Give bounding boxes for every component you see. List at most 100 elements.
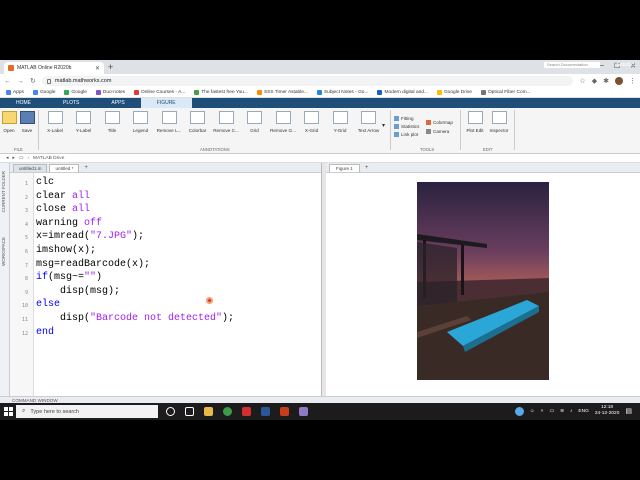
link-plot-button[interactable]: Link plot	[394, 132, 418, 137]
clock-date: 24-12-2020	[594, 411, 620, 416]
user-menu[interactable]: Satadru	[616, 60, 634, 70]
code-line[interactable]: end	[36, 327, 54, 339]
annotation-button[interactable]: Grid	[242, 111, 268, 133]
annotation-label: Remove L...	[156, 128, 182, 133]
annotation-icon	[104, 111, 120, 124]
forward-icon[interactable]: →	[17, 78, 24, 85]
workspace-tab[interactable]: WORKSPACE	[1, 237, 6, 266]
annotation-button[interactable]: Colorbar	[185, 111, 211, 133]
bookmark-item[interactable]: Google Drive	[436, 90, 472, 95]
volume-icon[interactable]: ♪	[570, 409, 572, 414]
annotation-button[interactable]: Y-Label	[71, 111, 97, 133]
language-indicator[interactable]: ENG	[578, 409, 588, 414]
code-line[interactable]: msg=readBarcode(x);	[36, 259, 150, 271]
bookmark-item[interactable]: SSS Timer Astable...	[256, 90, 308, 95]
bookmark-item[interactable]: Google	[64, 90, 87, 95]
code-line[interactable]: clc	[36, 177, 54, 189]
bookmark-item[interactable]: Subject Notes - Go...	[316, 90, 368, 95]
line-number: 1	[24, 181, 28, 187]
code-line[interactable]: x=imread("7.JPG");	[36, 231, 144, 243]
menu-icon[interactable]: ⋮	[629, 77, 636, 85]
current-folder-path[interactable]: ◂ ▸ ▭ › MATLAB Drive	[0, 154, 640, 163]
colormap-button[interactable]: Colormap	[426, 120, 453, 125]
fitting-button[interactable]: Fitting	[394, 116, 414, 121]
documentation-search[interactable]: Search Documentation	[544, 62, 600, 68]
windows-start-icon[interactable]	[0, 407, 16, 416]
word-icon[interactable]	[261, 407, 270, 416]
code-line[interactable]: imshow(x);	[36, 245, 96, 257]
line-number: 12	[21, 330, 28, 337]
annotation-button[interactable]: Text Arrow	[356, 111, 382, 133]
figure-tab[interactable]: Figure 1	[329, 164, 360, 172]
url-field[interactable]: matlab.mathworks.com	[41, 76, 574, 86]
wifi-icon[interactable]: ≋	[560, 409, 564, 414]
browser-tab[interactable]: MATLAB Online R2020b ✕	[4, 62, 104, 74]
annotation-button[interactable]: Remove G...	[270, 111, 296, 133]
bookmark-item[interactable]: Apps	[6, 90, 24, 95]
editor-tab-untitled[interactable]: untitled *	[49, 164, 80, 172]
people-icon[interactable]: ☺	[530, 409, 535, 414]
annotation-button[interactable]: X-Label	[42, 111, 68, 133]
code-line[interactable]: else	[36, 299, 60, 311]
code-line[interactable]: clear all	[36, 191, 90, 203]
puzzle-icon[interactable]: ✱	[603, 77, 609, 85]
gallery-expand-icon[interactable]: ▾	[382, 122, 385, 129]
code-area[interactable]: 1 clc 2 clear all 3 close all 4 warning off 5 x=i…	[22, 173, 322, 396]
code-line[interactable]: close all	[36, 204, 90, 216]
forward-arrow-icon[interactable]: ▸	[12, 156, 14, 161]
taskbar-apps	[158, 407, 308, 416]
clock[interactable]: 12:18 24-12-2020	[595, 405, 620, 417]
statistics-button[interactable]: Statistics	[394, 124, 419, 129]
star-icon[interactable]: ☆	[579, 77, 585, 85]
bookmark-item[interactable]: Google	[32, 90, 55, 95]
tray-app-icon[interactable]	[514, 406, 524, 416]
code-line[interactable]: disp("Barcode not detected");	[36, 313, 234, 325]
current-folder-tab[interactable]: CURRENT FOLDER	[1, 171, 6, 212]
extension-icon[interactable]: ◆	[592, 77, 597, 85]
powerpoint-icon[interactable]	[280, 407, 289, 416]
bookmark-item[interactable]: Modern digital and...	[377, 90, 428, 95]
add-figure-icon[interactable]: +	[362, 164, 369, 172]
inspector-button[interactable]: Inspector	[486, 111, 512, 133]
new-tab-icon[interactable]: +	[108, 62, 113, 72]
add-tab-icon[interactable]: +	[81, 164, 88, 172]
editor-tab-untitled1[interactable]: untitled1.m	[13, 164, 48, 172]
code-line[interactable]: if(msg~="")	[36, 272, 102, 284]
annotation-button[interactable]: Remove C...	[213, 111, 239, 133]
profile-avatar[interactable]	[615, 77, 623, 85]
save-button[interactable]: Save	[14, 111, 40, 133]
code-line[interactable]: warning off	[36, 218, 102, 230]
task-view-icon[interactable]	[185, 407, 194, 416]
app-icon[interactable]	[299, 407, 308, 416]
matlab-tab-home[interactable]: HOME	[0, 98, 47, 108]
camera-button[interactable]: Camera	[426, 129, 449, 134]
plot-edit-button[interactable]: Plot Edit	[462, 111, 488, 133]
file-explorer-icon[interactable]	[204, 407, 213, 416]
chrome-icon[interactable]	[223, 407, 232, 416]
bookmark-item[interactable]: Online Courses - A...	[134, 90, 185, 95]
back-arrow-icon[interactable]: ◂	[6, 156, 8, 161]
chevron-up-icon[interactable]: ˄	[541, 409, 544, 414]
bookmark-item[interactable]: The fastest free You...	[194, 90, 248, 95]
back-icon[interactable]: ←	[4, 78, 11, 85]
close-tab-icon[interactable]: ✕	[95, 65, 100, 72]
reload-icon[interactable]: ↻	[30, 77, 36, 85]
annotation-button[interactable]: Legend	[128, 111, 154, 133]
battery-icon[interactable]: ▭	[549, 409, 554, 414]
bookmark-favicon-icon	[134, 90, 140, 95]
notifications-icon[interactable]: ▤	[625, 407, 632, 415]
bookmark-item[interactable]: Duo-notes	[95, 90, 125, 95]
command-window-bar[interactable]: COMMAND WINDOW	[0, 396, 640, 403]
acrobat-icon[interactable]	[242, 407, 251, 416]
annotation-button[interactable]: Remove L...	[156, 111, 182, 133]
matlab-tab-apps[interactable]: APPS	[95, 98, 140, 108]
code-line[interactable]: disp(msg);	[36, 286, 120, 298]
cortana-icon[interactable]	[166, 407, 175, 416]
matlab-tab-figure[interactable]: FIGURE	[140, 98, 192, 108]
annotation-button[interactable]: X-Grid	[299, 111, 325, 133]
matlab-tab-plots[interactable]: PLOTS	[47, 98, 95, 108]
bookmark-item[interactable]: Optical Fiber Com...	[480, 90, 531, 95]
taskbar-search[interactable]: ⌕ Type here to search	[16, 405, 158, 418]
annotation-button[interactable]: Y-Grid	[327, 111, 353, 133]
annotation-button[interactable]: Title	[99, 111, 125, 133]
